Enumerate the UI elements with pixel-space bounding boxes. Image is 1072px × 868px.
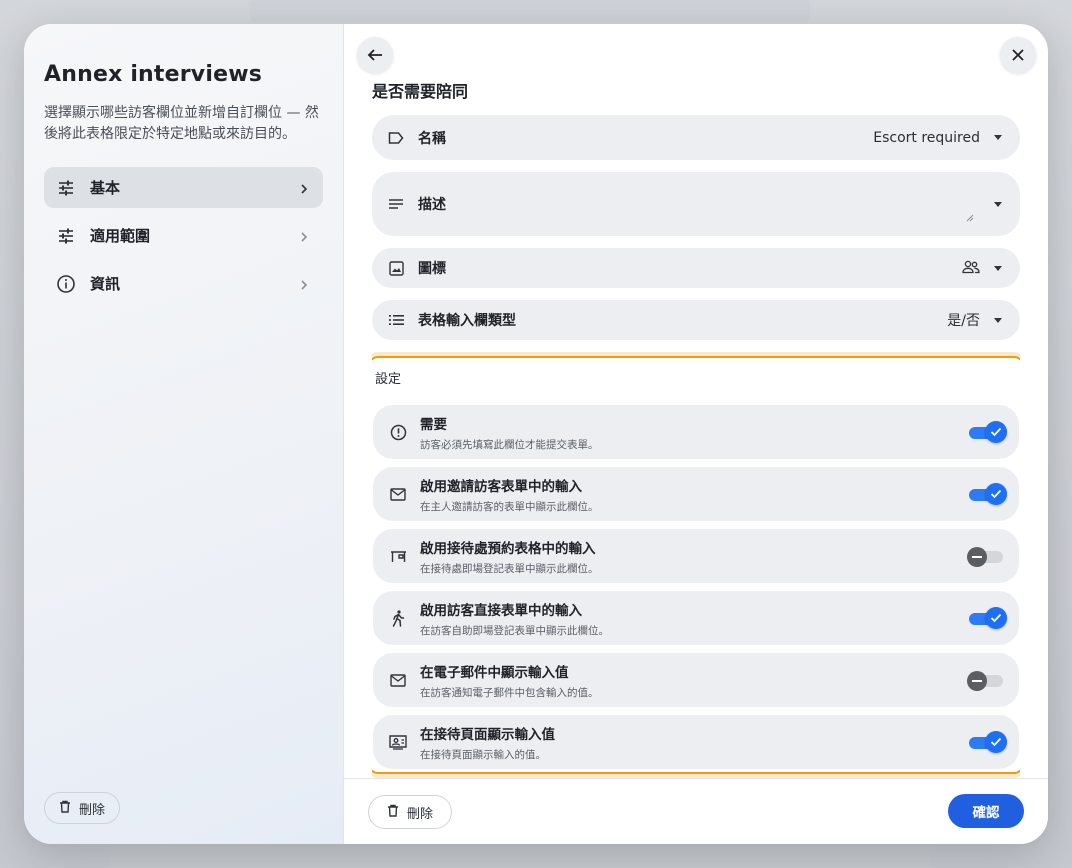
setting-invite-form: 啟用邀請訪客表單中的輸入 在主人邀請訪客的表單中顯示此欄位。 bbox=[373, 467, 1019, 521]
mail-icon bbox=[389, 485, 407, 503]
setting-title: 需要 bbox=[420, 416, 447, 433]
setting-reception-form: 啟用接待處預約表格中的輸入 在接待處即場登記表單中顯示此欄位。 bbox=[373, 529, 1019, 583]
form-title: Annex interviews bbox=[44, 62, 263, 87]
visitor-form-toggle[interactable] bbox=[969, 607, 1007, 629]
dialog-main: 是否需要陪同 名稱 Escort required 描述 圖標 表格輸入欄類型 … bbox=[344, 24, 1048, 844]
back-button[interactable] bbox=[357, 37, 393, 73]
chevron-down-icon bbox=[994, 265, 1002, 271]
label-icon bbox=[388, 130, 404, 146]
chevron-right-icon bbox=[297, 229, 311, 243]
contact-card-icon bbox=[389, 733, 407, 751]
field-section-title: 是否需要陪同 bbox=[372, 82, 469, 101]
sidebar-item-info[interactable]: 資訊 bbox=[44, 263, 323, 304]
chevron-down-icon bbox=[994, 135, 1002, 140]
setting-subtitle: 訪客必須先填寫此欄位才能提交表單。 bbox=[420, 438, 599, 451]
setting-subtitle: 在主人邀請訪客的表單中顯示此欄位。 bbox=[420, 500, 599, 513]
sidebar-item-basic[interactable]: 基本 bbox=[44, 167, 323, 208]
setting-title: 啟用接待處預約表格中的輸入 bbox=[420, 540, 596, 557]
setting-email-display: 在電子郵件中顯示輸入值 在訪客通知電子郵件中包含輸入的值。 bbox=[373, 653, 1019, 707]
setting-title: 啟用邀請訪客表單中的輸入 bbox=[420, 478, 582, 495]
input-type-value: 是/否 bbox=[947, 313, 980, 329]
setting-required: 需要 訪客必須先填寫此欄位才能提交表單。 bbox=[373, 405, 1019, 459]
chevron-down-icon bbox=[994, 201, 1002, 207]
sidebar-item-label: 適用範圍 bbox=[90, 227, 151, 245]
field-label: 圖標 bbox=[418, 261, 446, 277]
delete-label: 刪除 bbox=[407, 806, 434, 822]
walking-person-icon bbox=[389, 609, 407, 627]
chevron-right-icon bbox=[297, 277, 311, 291]
invite-form-toggle[interactable] bbox=[969, 483, 1007, 505]
setting-reception-page-display: 在接待頁面顯示輸入值 在接待頁面顯示輸入的值。 bbox=[373, 715, 1019, 769]
delete-button[interactable]: 刪除 bbox=[368, 795, 453, 829]
image-icon bbox=[388, 260, 404, 276]
alert-circle-icon bbox=[389, 423, 407, 441]
form-description: 選擇顯示哪些訪客欄位並新增自訂欄位 — 然後將此表格限定於特定地點或來訪目的。 bbox=[44, 105, 319, 142]
sidebar-item-scope[interactable]: 適用範圍 bbox=[44, 215, 323, 256]
setting-title: 在接待頁面顯示輸入值 bbox=[420, 726, 555, 743]
tune-icon bbox=[56, 226, 76, 246]
people-icon bbox=[962, 259, 980, 278]
confirm-button[interactable]: 確認 bbox=[948, 794, 1024, 828]
setting-subtitle: 在接待頁面顯示輸入的值。 bbox=[420, 748, 546, 761]
arrow-left-icon bbox=[367, 49, 382, 61]
sidebar-item-label: 基本 bbox=[90, 179, 121, 197]
background-toolbar bbox=[250, 0, 810, 22]
dialog-sidebar: Annex interviews 選擇顯示哪些訪客欄位並新增自訂欄位 — 然後將… bbox=[24, 24, 344, 844]
reception-page-toggle[interactable] bbox=[969, 731, 1007, 753]
close-icon bbox=[1012, 49, 1024, 61]
reception-form-toggle[interactable] bbox=[967, 545, 1005, 567]
setting-subtitle: 在接待處即場登記表單中顯示此欄位。 bbox=[420, 562, 599, 575]
settings-title: 設定 bbox=[375, 372, 402, 387]
email-display-toggle[interactable] bbox=[967, 669, 1005, 691]
background-footer bbox=[110, 842, 930, 868]
delete-label: 刪除 bbox=[79, 802, 106, 818]
form-scroll-area[interactable]: 是否需要陪同 名稱 Escort required 描述 圖標 表格輸入欄類型 … bbox=[372, 76, 1020, 778]
field-label: 描述 bbox=[418, 197, 446, 213]
edit-field-dialog: Annex interviews 選擇顯示哪些訪客欄位並新增自訂欄位 — 然後將… bbox=[24, 24, 1048, 844]
chevron-right-icon bbox=[297, 181, 311, 195]
list-icon bbox=[388, 312, 404, 328]
info-icon bbox=[56, 274, 76, 294]
trash-icon bbox=[387, 804, 399, 821]
resize-handle-icon[interactable] bbox=[966, 207, 974, 226]
setting-visitor-form: 啟用訪客直接表單中的輸入 在訪客自助即場登記表單中顯示此欄位。 bbox=[373, 591, 1019, 645]
setting-title: 在電子郵件中顯示輸入值 bbox=[420, 664, 569, 681]
input-type-field[interactable]: 表格輸入欄類型 是/否 bbox=[372, 300, 1020, 340]
sidebar-delete-button[interactable]: 刪除 bbox=[44, 792, 121, 824]
field-label: 表格輸入欄類型 bbox=[418, 313, 516, 329]
settings-group: 設定 需要 訪客必須先填寫此欄位才能提交表單。 啟用邀請訪客表單中的輸入 在主人… bbox=[372, 356, 1020, 774]
sidebar-item-label: 資訊 bbox=[90, 275, 121, 293]
notes-icon bbox=[388, 196, 404, 212]
sidebar-nav: 基本 適用範圍 資訊 bbox=[44, 167, 323, 304]
name-value: Escort required bbox=[873, 129, 980, 146]
reception-desk-icon bbox=[389, 547, 407, 565]
description-field[interactable]: 描述 bbox=[372, 172, 1020, 236]
setting-subtitle: 在訪客通知電子郵件中包含輸入的值。 bbox=[420, 686, 599, 699]
chevron-down-icon bbox=[994, 317, 1002, 323]
required-toggle[interactable] bbox=[969, 421, 1007, 443]
dialog-footer: 刪除 確認 bbox=[344, 778, 1048, 844]
close-button[interactable] bbox=[1000, 37, 1036, 73]
setting-title: 啟用訪客直接表單中的輸入 bbox=[420, 602, 582, 619]
mail-icon bbox=[389, 671, 407, 689]
name-field[interactable]: 名稱 Escort required bbox=[372, 115, 1020, 160]
trash-icon bbox=[59, 800, 71, 817]
field-label: 名稱 bbox=[418, 130, 446, 147]
icon-field[interactable]: 圖標 bbox=[372, 248, 1020, 288]
tune-icon bbox=[56, 178, 76, 198]
setting-subtitle: 在訪客自助即場登記表單中顯示此欄位。 bbox=[420, 624, 609, 637]
